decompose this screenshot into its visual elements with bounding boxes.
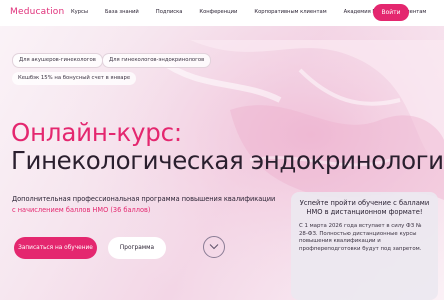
logo[interactable]: Meducation	[10, 7, 64, 17]
enroll-button[interactable]: Записаться на обучение	[14, 237, 97, 259]
notice-title: Успейте пройти обучение с баллами НМО в …	[299, 199, 430, 216]
promo-badge: Кешбэк 15% на бонусный счет в январе	[12, 72, 137, 85]
tag-obstetricians[interactable]: Для акушеров-гинекологов	[12, 53, 103, 68]
nmo-points-note: с начислением баллов НМО (36 баллов)	[12, 206, 151, 214]
chevron-down-icon	[209, 244, 219, 250]
nav-item-courses[interactable]: Курсы	[71, 9, 88, 15]
nav-item-conferences[interactable]: Конференции	[199, 9, 237, 15]
scroll-down-button[interactable]	[203, 236, 225, 258]
page-title-line1: Онлайн-курс:	[11, 118, 182, 147]
top-header: Meducation Курсы База знаний Подписка Ко…	[0, 0, 444, 26]
notice-body: С 1 марта 2026 года вступает в силу ФЗ №…	[299, 223, 422, 252]
program-button[interactable]: Программа	[108, 237, 166, 259]
page-title-line2: Гинекологическая эндокринология	[11, 146, 444, 175]
nav-item-corporate[interactable]: Корпоративным клиентам	[254, 9, 326, 15]
tag-endocrinologists[interactable]: Для гинекологов-эндокринологов	[102, 53, 212, 68]
nav-item-subscription[interactable]: Подписка	[156, 9, 183, 15]
distance-learning-notice: Успейте пройти обучение с баллами НМО в …	[291, 192, 438, 300]
login-button[interactable]: Войти	[373, 4, 409, 21]
page-subtitle: Дополнительная профессиональная программ…	[12, 195, 276, 203]
nav-item-knowledge-base[interactable]: База знаний	[105, 9, 139, 15]
